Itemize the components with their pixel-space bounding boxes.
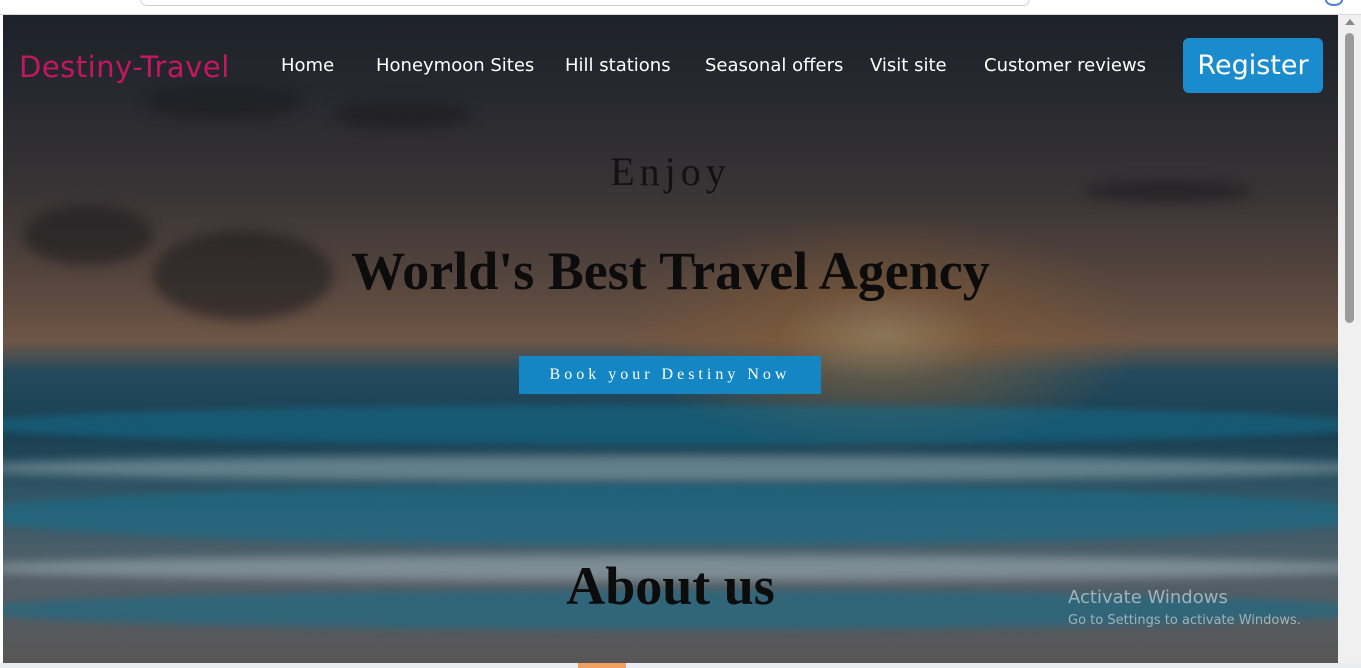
address-bar[interactable] (140, 0, 1030, 6)
scroll-up-arrow-icon[interactable] (1345, 19, 1355, 25)
nav-seasonal-offers[interactable]: Seasonal offers (705, 55, 843, 76)
scroll-thumb[interactable] (1345, 33, 1354, 323)
vertical-scrollbar[interactable] (1338, 15, 1361, 665)
brand-logo[interactable]: Destiny-Travel (19, 50, 230, 84)
activate-windows-title: Activate Windows (1068, 587, 1228, 608)
nav-home[interactable]: Home (281, 55, 334, 76)
wave-decoration (3, 405, 1338, 445)
nav-hill-stations[interactable]: Hill stations (565, 55, 671, 76)
foam-decoration (3, 455, 1338, 481)
cloud-decoration (333, 100, 473, 128)
nav-honeymoon-sites[interactable]: Honeymoon Sites (376, 55, 534, 76)
register-button[interactable]: Register (1183, 38, 1323, 93)
activate-windows-subtitle: Go to Settings to activate Windows. (1068, 613, 1301, 628)
book-now-button[interactable]: Book your Destiny Now (519, 356, 821, 394)
hero-subtitle: Enjoy (610, 149, 731, 194)
cloud-decoration (143, 85, 303, 119)
nav-visit-site[interactable]: Visit site (870, 55, 947, 76)
hero-title: World's Best Travel Agency (351, 241, 990, 301)
browser-toolbar (0, 0, 1361, 15)
hero-section: Destiny-Travel Home Honeymoon Sites Hill… (3, 15, 1338, 665)
extension-icon[interactable] (1325, 0, 1343, 6)
nav-customer-reviews[interactable]: Customer reviews (984, 55, 1146, 76)
wave-decoration (3, 485, 1338, 545)
taskbar-accent (578, 663, 626, 668)
taskbar-edge (0, 663, 1361, 668)
